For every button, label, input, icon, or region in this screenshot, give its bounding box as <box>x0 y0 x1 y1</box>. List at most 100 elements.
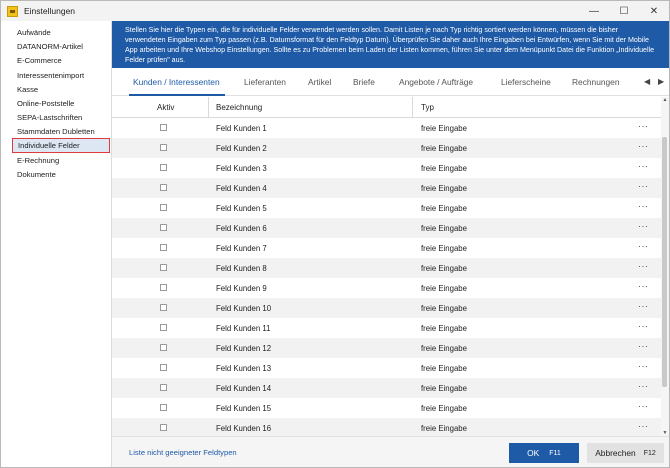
active-checkbox[interactable] <box>160 424 167 431</box>
field-type[interactable]: freie Eingabe <box>421 324 467 333</box>
unsuitable-field-types-link[interactable]: Liste nicht geeigneter Feldtypen <box>129 448 237 457</box>
field-type[interactable]: freie Eingabe <box>421 184 467 193</box>
tab-kunden-interessenten[interactable]: Kunden / Interessenten <box>133 77 220 87</box>
tab-briefe[interactable]: Briefe <box>353 77 375 87</box>
close-button[interactable]: ✕ <box>639 1 669 21</box>
active-checkbox[interactable] <box>160 164 167 171</box>
table-row[interactable]: Feld Kunden 3 freie Eingabe ··· <box>112 158 661 178</box>
more-options-icon[interactable]: ··· <box>638 421 649 431</box>
table-row[interactable]: Feld Kunden 11 freie Eingabe ··· <box>112 318 661 338</box>
sidebar-item-kasse[interactable]: Kasse <box>17 85 38 94</box>
tab-lieferscheine[interactable]: Lieferscheine <box>501 77 551 87</box>
more-options-icon[interactable]: ··· <box>638 161 649 171</box>
title-bar[interactable]: Einstellungen — ☐ ✕ <box>1 1 669 21</box>
more-options-icon[interactable]: ··· <box>638 301 649 311</box>
active-checkbox[interactable] <box>160 264 167 271</box>
active-checkbox[interactable] <box>160 344 167 351</box>
table-row[interactable]: Feld Kunden 16 freie Eingabe ··· <box>112 418 661 436</box>
sidebar-item-datanorm-artikel[interactable]: DATANORM-Artikel <box>17 42 83 51</box>
table-row[interactable]: Feld Kunden 13 freie Eingabe ··· <box>112 358 661 378</box>
sidebar-item-aufwaende[interactable]: Aufwände <box>17 28 51 37</box>
field-type[interactable]: freie Eingabe <box>421 164 467 173</box>
tab-next-arrow-icon[interactable]: ▶ <box>658 77 664 86</box>
active-checkbox[interactable] <box>160 384 167 391</box>
field-type[interactable]: freie Eingabe <box>421 364 467 373</box>
more-options-icon[interactable]: ··· <box>638 181 649 191</box>
active-checkbox[interactable] <box>160 364 167 371</box>
more-options-icon[interactable]: ··· <box>638 341 649 351</box>
more-options-icon[interactable]: ··· <box>638 381 649 391</box>
more-options-icon[interactable]: ··· <box>638 321 649 331</box>
cancel-button[interactable]: Abbrechen F12 <box>587 443 664 463</box>
field-type[interactable]: freie Eingabe <box>421 224 467 233</box>
active-checkbox[interactable] <box>160 324 167 331</box>
table-row[interactable]: Feld Kunden 5 freie Eingabe ··· <box>112 198 661 218</box>
tab-lieferanten[interactable]: Lieferanten <box>244 77 286 87</box>
table-row[interactable]: Feld Kunden 4 freie Eingabe ··· <box>112 178 661 198</box>
field-type[interactable]: freie Eingabe <box>421 264 467 273</box>
more-options-icon[interactable]: ··· <box>638 221 649 231</box>
active-checkbox[interactable] <box>160 284 167 291</box>
field-type[interactable]: freie Eingabe <box>421 204 467 213</box>
table-row[interactable]: Feld Kunden 1 freie Eingabe ··· <box>112 118 661 138</box>
more-options-icon[interactable]: ··· <box>638 121 649 131</box>
sidebar-item-dokumente[interactable]: Dokumente <box>17 170 56 179</box>
active-checkbox[interactable] <box>160 204 167 211</box>
table-row[interactable]: Feld Kunden 7 freie Eingabe ··· <box>112 238 661 258</box>
more-options-icon[interactable]: ··· <box>638 241 649 251</box>
field-type[interactable]: freie Eingabe <box>421 384 467 393</box>
table-row[interactable]: Feld Kunden 15 freie Eingabe ··· <box>112 398 661 418</box>
table-row[interactable]: Feld Kunden 6 freie Eingabe ··· <box>112 218 661 238</box>
field-type[interactable]: freie Eingabe <box>421 284 467 293</box>
sidebar-item-stammdaten-dubletten[interactable]: Stammdaten Dubletten <box>17 127 95 136</box>
active-checkbox[interactable] <box>160 404 167 411</box>
tab-angebote-auftraege[interactable]: Angebote / Aufträge <box>399 77 473 87</box>
field-name: Feld Kunden 9 <box>216 284 267 293</box>
table-row[interactable]: Feld Kunden 2 freie Eingabe ··· <box>112 138 661 158</box>
column-header-active[interactable]: Aktiv <box>157 97 174 118</box>
tab-artikel[interactable]: Artikel <box>308 77 331 87</box>
sidebar-item-sepa-lastschriften[interactable]: SEPA-Lastschriften <box>17 113 82 122</box>
active-checkbox[interactable] <box>160 244 167 251</box>
column-header-name[interactable]: Bezeichnung <box>216 97 262 118</box>
more-options-icon[interactable]: ··· <box>638 141 649 151</box>
sidebar-item-individuelle-felder[interactable]: Individuelle Felder <box>12 138 110 153</box>
active-checkbox[interactable] <box>160 124 167 131</box>
more-options-icon[interactable]: ··· <box>638 261 649 271</box>
sidebar-item-online-poststelle[interactable]: Online-Poststelle <box>17 99 74 108</box>
more-options-icon[interactable]: ··· <box>638 281 649 291</box>
scroll-thumb[interactable] <box>662 137 667 387</box>
minimize-button[interactable]: — <box>579 1 609 21</box>
column-divider[interactable] <box>208 97 209 118</box>
active-checkbox[interactable] <box>160 224 167 231</box>
maximize-button[interactable]: ☐ <box>609 1 639 21</box>
table-scrollbar[interactable]: ▲ ▼ <box>661 97 669 436</box>
active-checkbox[interactable] <box>160 184 167 191</box>
table-row[interactable]: Feld Kunden 9 freie Eingabe ··· <box>112 278 661 298</box>
scroll-up-arrow-icon[interactable]: ▲ <box>661 97 669 103</box>
field-type[interactable]: freie Eingabe <box>421 124 467 133</box>
ok-button[interactable]: OK F11 <box>509 443 579 463</box>
sidebar-item-interessentenimport[interactable]: Interessentenimport <box>17 71 84 80</box>
active-checkbox[interactable] <box>160 144 167 151</box>
column-header-type[interactable]: Typ <box>421 97 434 118</box>
table-row[interactable]: Feld Kunden 14 freie Eingabe ··· <box>112 378 661 398</box>
field-type[interactable]: freie Eingabe <box>421 344 467 353</box>
column-divider[interactable] <box>412 97 413 118</box>
more-options-icon[interactable]: ··· <box>638 401 649 411</box>
field-type[interactable]: freie Eingabe <box>421 304 467 313</box>
table-row[interactable]: Feld Kunden 10 freie Eingabe ··· <box>112 298 661 318</box>
more-options-icon[interactable]: ··· <box>638 361 649 371</box>
field-type[interactable]: freie Eingabe <box>421 144 467 153</box>
table-row[interactable]: Feld Kunden 12 freie Eingabe ··· <box>112 338 661 358</box>
field-type[interactable]: freie Eingabe <box>421 244 467 253</box>
sidebar-item-e-commerce[interactable]: E-Commerce <box>17 56 62 65</box>
active-checkbox[interactable] <box>160 304 167 311</box>
table-row[interactable]: Feld Kunden 8 freie Eingabe ··· <box>112 258 661 278</box>
sidebar-item-e-rechnung[interactable]: E-Rechnung <box>17 156 59 165</box>
field-type[interactable]: freie Eingabe <box>421 424 467 433</box>
more-options-icon[interactable]: ··· <box>638 201 649 211</box>
tab-prev-arrow-icon[interactable]: ◀ <box>644 77 650 86</box>
tab-rechnungen[interactable]: Rechnungen <box>572 77 620 87</box>
field-type[interactable]: freie Eingabe <box>421 404 467 413</box>
